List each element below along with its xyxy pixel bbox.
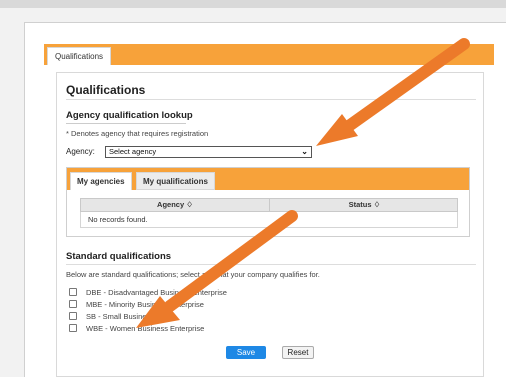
agency-label: Agency:: [66, 147, 95, 156]
agency-select[interactable]: Select agency ⌄: [105, 146, 312, 158]
tab-my-qualifications[interactable]: My qualifications: [136, 172, 215, 190]
main-tabstrip: [44, 44, 494, 65]
checkbox[interactable]: [69, 288, 77, 296]
divider: [66, 99, 476, 100]
save-button[interactable]: Save: [226, 346, 266, 359]
chevron-down-icon: ⌄: [301, 147, 308, 156]
checkbox[interactable]: [69, 312, 77, 320]
top-bar: [0, 0, 506, 8]
qualification-label: SB - Small Business: [86, 312, 154, 321]
lookup-section-title: Agency qualification lookup: [66, 110, 193, 121]
qualification-label: DBE - Disadvantaged Business Enterprise: [86, 288, 227, 297]
column-header-status[interactable]: Status ♢: [270, 199, 459, 211]
tab-my-agencies[interactable]: My agencies: [70, 172, 132, 190]
column-header-agency[interactable]: Agency ♢: [81, 199, 270, 211]
standard-section-title: Standard qualifications: [66, 251, 172, 262]
qualification-label: MBE - Minority Business Enterprise: [86, 300, 204, 309]
registration-note: * Denotes agency that requires registrat…: [66, 129, 209, 138]
agency-select-value: Select agency: [109, 147, 157, 156]
reset-button[interactable]: Reset: [282, 346, 314, 359]
page-title: Qualifications: [66, 83, 146, 97]
divider: [66, 264, 476, 265]
checkbox[interactable]: [69, 300, 77, 308]
qualification-label: WBE - Women Business Enterprise: [86, 324, 205, 333]
empty-row-message: No records found.: [80, 212, 458, 228]
checkbox[interactable]: [69, 324, 77, 332]
divider: [66, 123, 186, 124]
standard-note: Below are standard qualifications; selec…: [66, 270, 320, 279]
tab-qualifications[interactable]: Qualifications: [47, 47, 112, 65]
agency-grid-header: Agency ♢ Status ♢: [80, 198, 458, 212]
